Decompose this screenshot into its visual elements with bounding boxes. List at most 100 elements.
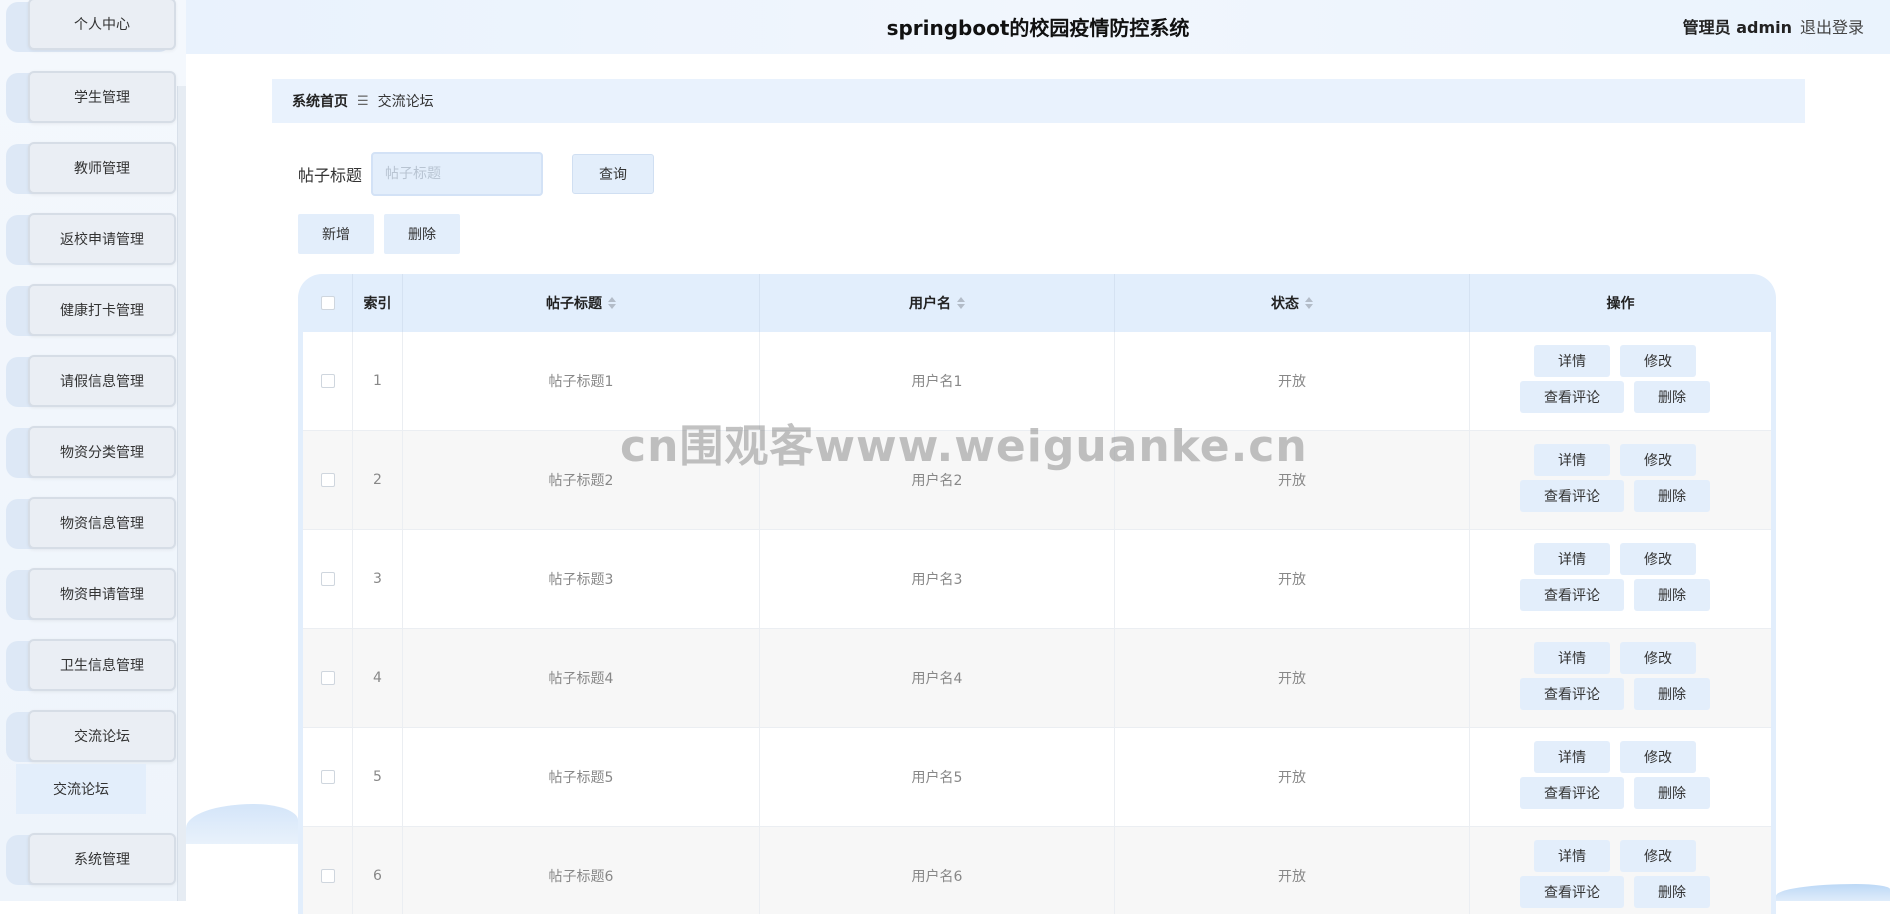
- sidebar-item-label[interactable]: 交流论坛: [28, 710, 176, 762]
- sidebar-item-label[interactable]: 卫生信息管理: [28, 639, 176, 691]
- sort-icon[interactable]: [608, 297, 616, 309]
- header-status[interactable]: 状态: [1115, 274, 1470, 332]
- row-ops: 详情 修改 查看评论 删除: [1470, 629, 1771, 727]
- sidebar-item-supply-info[interactable]: 物资信息管理: [6, 497, 176, 549]
- row-title: 帖子标题3: [403, 530, 760, 628]
- row-title: 帖子标题1: [403, 332, 760, 430]
- row-select: [303, 431, 353, 529]
- edit-button[interactable]: 修改: [1620, 839, 1696, 872]
- sidebar-item-label[interactable]: 返校申请管理: [28, 213, 176, 265]
- header-index: 索引: [353, 274, 403, 332]
- sidebar-subitem-forum[interactable]: 交流论坛: [16, 764, 146, 814]
- sidebar-item-label[interactable]: 系统管理: [28, 833, 176, 885]
- logout-link[interactable]: 退出登录: [1800, 14, 1864, 38]
- query-button[interactable]: 查询: [572, 154, 654, 194]
- edit-button[interactable]: 修改: [1620, 641, 1696, 674]
- delete-button[interactable]: 删除: [1634, 578, 1710, 611]
- row-index: 1: [353, 332, 403, 430]
- add-button[interactable]: 新增: [298, 214, 374, 254]
- sort-icon[interactable]: [1305, 297, 1313, 309]
- row-username: 用户名1: [760, 332, 1115, 430]
- breadcrumb-current: 交流论坛: [377, 94, 434, 110]
- detail-button[interactable]: 详情: [1534, 542, 1610, 575]
- sidebar-item-student[interactable]: 学生管理: [6, 71, 176, 123]
- detail-button[interactable]: 详情: [1534, 740, 1610, 773]
- header-status-label: 状态: [1271, 296, 1299, 312]
- sidebar-item-label[interactable]: 教师管理: [28, 142, 176, 194]
- detail-button[interactable]: 详情: [1534, 839, 1610, 872]
- view-comments-button[interactable]: 查看评论: [1520, 677, 1624, 710]
- view-comments-button[interactable]: 查看评论: [1520, 776, 1624, 809]
- view-comments-button[interactable]: 查看评论: [1520, 479, 1624, 512]
- row-index: 4: [353, 629, 403, 727]
- sidebar-item-personal-center[interactable]: 个人中心: [6, 0, 176, 52]
- row-status: 开放: [1115, 530, 1470, 628]
- sidebar-item-hygiene-info[interactable]: 卫生信息管理: [6, 639, 176, 691]
- top-header: springboot的校园疫情防控系统 管理员 admin 退出登录: [186, 0, 1890, 54]
- row-status: 开放: [1115, 431, 1470, 529]
- row-ops: 详情 修改 查看评论 删除: [1470, 728, 1771, 826]
- sidebar-item-label[interactable]: 个人中心: [28, 0, 176, 50]
- table-row: 4 帖子标题4 用户名4 开放 详情 修改 查看评论 删除: [303, 629, 1771, 728]
- detail-button[interactable]: 详情: [1534, 344, 1610, 377]
- sidebar-item-system[interactable]: 系统管理: [6, 833, 176, 885]
- sidebar-item-label[interactable]: 物资申请管理: [28, 568, 176, 620]
- table-row: 3 帖子标题3 用户名3 开放 详情 修改 查看评论 删除: [303, 530, 1771, 629]
- breadcrumb-home[interactable]: 系统首页: [292, 91, 348, 111]
- edit-button[interactable]: 修改: [1620, 443, 1696, 476]
- search-input[interactable]: [371, 152, 543, 196]
- row-username: 用户名4: [760, 629, 1115, 727]
- edit-button[interactable]: 修改: [1620, 344, 1696, 377]
- current-user: 管理员 admin: [1682, 18, 1792, 37]
- row-ops: 详情 修改 查看评论 删除: [1470, 530, 1771, 628]
- header-username[interactable]: 用户名: [760, 274, 1115, 332]
- header-title[interactable]: 帖子标题: [403, 274, 760, 332]
- row-checkbox[interactable]: [320, 671, 335, 685]
- view-comments-button[interactable]: 查看评论: [1520, 380, 1624, 413]
- row-checkbox[interactable]: [320, 770, 335, 784]
- view-comments-button[interactable]: 查看评论: [1520, 875, 1624, 908]
- edit-button[interactable]: 修改: [1620, 740, 1696, 773]
- sidebar-item-label[interactable]: 学生管理: [28, 71, 176, 123]
- breadcrumb: 系统首页 ☰ 交流论坛: [272, 79, 1805, 123]
- row-ops: 详情 修改 查看评论 删除: [1470, 431, 1771, 529]
- select-all-checkbox[interactable]: [320, 296, 335, 310]
- view-comments-button[interactable]: 查看评论: [1520, 578, 1624, 611]
- sidebar-item-supply-application[interactable]: 物资申请管理: [6, 568, 176, 620]
- sidebar-item-supply-category[interactable]: 物资分类管理: [6, 426, 176, 478]
- detail-button[interactable]: 详情: [1534, 641, 1610, 674]
- sidebar-item-label[interactable]: 物资信息管理: [28, 497, 176, 549]
- row-username: 用户名5: [760, 728, 1115, 826]
- delete-button[interactable]: 删除: [1634, 479, 1710, 512]
- delete-button[interactable]: 删除: [1634, 677, 1710, 710]
- sidebar-item-return-application[interactable]: 返校申请管理: [6, 213, 176, 265]
- breadcrumb-separator-icon: ☰: [357, 93, 369, 109]
- decorative-wave: [186, 804, 298, 844]
- sidebar-item-label[interactable]: 健康打卡管理: [28, 284, 176, 336]
- row-select: [303, 530, 353, 628]
- row-select: [303, 332, 353, 430]
- header-ops: 操作: [1606, 296, 1635, 312]
- row-checkbox[interactable]: [320, 473, 335, 487]
- batch-delete-button[interactable]: 删除: [384, 214, 460, 254]
- sidebar-scrollbar[interactable]: [177, 86, 186, 901]
- row-checkbox[interactable]: [320, 869, 335, 883]
- sidebar-item-label[interactable]: 请假信息管理: [28, 355, 176, 407]
- row-checkbox[interactable]: [320, 374, 335, 388]
- sidebar-item-health-checkin[interactable]: 健康打卡管理: [6, 284, 176, 336]
- edit-button[interactable]: 修改: [1620, 542, 1696, 575]
- sidebar-item-forum[interactable]: 交流论坛: [6, 710, 176, 762]
- row-checkbox[interactable]: [320, 572, 335, 586]
- sidebar-item-teacher[interactable]: 教师管理: [6, 142, 176, 194]
- table-row: 2 帖子标题2 用户名2 开放 详情 修改 查看评论 删除: [303, 431, 1771, 530]
- row-status: 开放: [1115, 629, 1470, 727]
- detail-button[interactable]: 详情: [1534, 443, 1610, 476]
- sidebar-item-label[interactable]: 物资分类管理: [28, 426, 176, 478]
- row-select: [303, 629, 353, 727]
- sidebar-item-leave-info[interactable]: 请假信息管理: [6, 355, 176, 407]
- delete-button[interactable]: 删除: [1634, 776, 1710, 809]
- header-title-label: 帖子标题: [546, 296, 602, 312]
- delete-button[interactable]: 删除: [1634, 875, 1710, 908]
- sort-icon[interactable]: [957, 297, 965, 309]
- delete-button[interactable]: 删除: [1634, 380, 1710, 413]
